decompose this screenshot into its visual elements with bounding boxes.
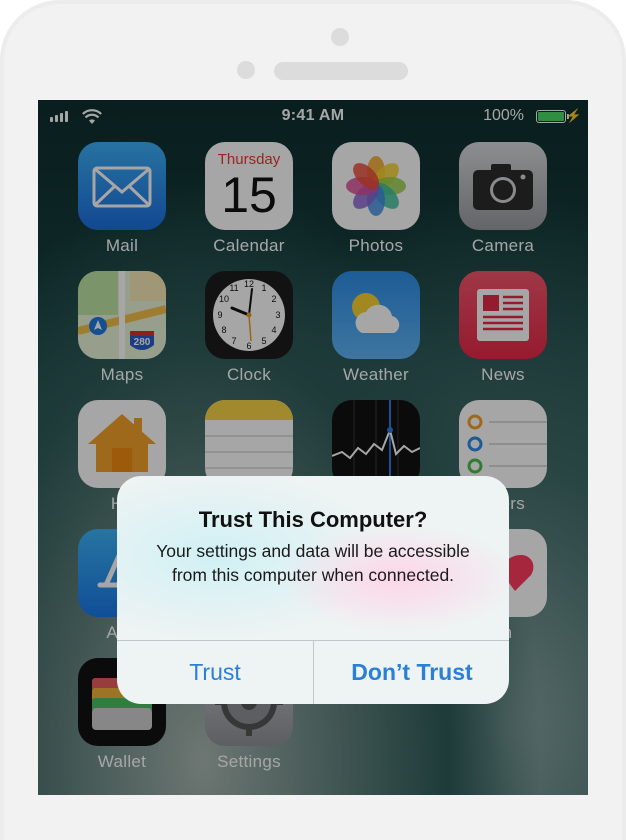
proximity-sensor bbox=[237, 61, 255, 79]
dialog-message: Your settings and data will be accessibl… bbox=[156, 541, 470, 585]
trust-button[interactable]: Trust bbox=[117, 641, 313, 704]
earpiece-speaker bbox=[274, 62, 408, 80]
home-screen: 9:41 AM 100% ⚡ Mail Thursday 15 Calendar bbox=[38, 100, 588, 795]
dialog-title: Trust This Computer? bbox=[198, 507, 428, 532]
front-camera bbox=[331, 28, 349, 46]
dont-trust-button[interactable]: Don’t Trust bbox=[314, 641, 509, 704]
trust-alert-dialog: Trust This Computer? Your settings and d… bbox=[117, 476, 509, 704]
